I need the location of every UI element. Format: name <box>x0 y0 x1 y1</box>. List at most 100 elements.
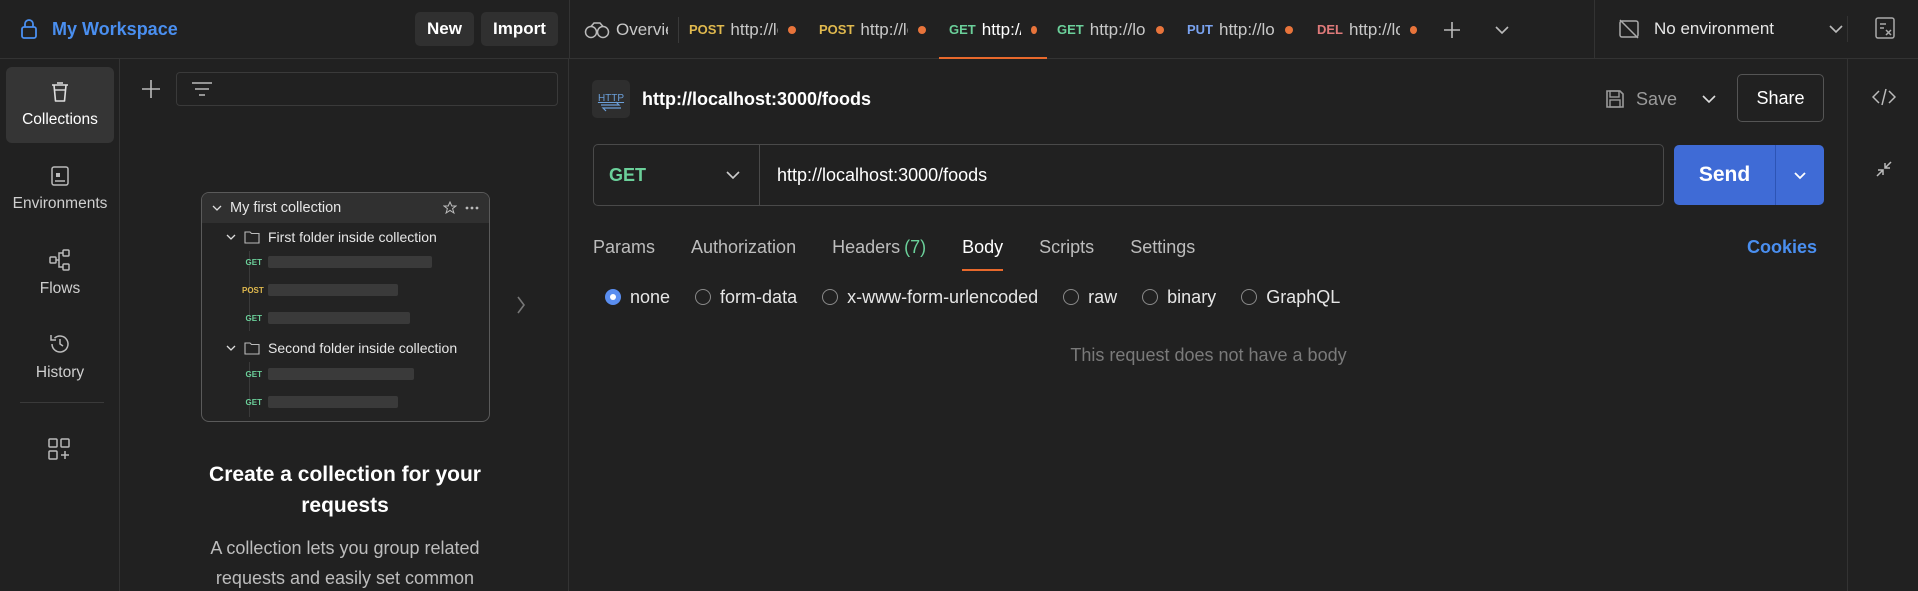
chevron-down-icon[interactable] <box>1701 94 1717 104</box>
tab-label: Overview <box>616 19 668 39</box>
top-bar: My Workspace New Import Overview POST ht… <box>0 0 1918 59</box>
right-rail <box>1847 59 1918 591</box>
collection-filter-input[interactable] <box>176 72 558 106</box>
plus-icon <box>140 78 162 100</box>
option-label: x-www-form-urlencoded <box>847 286 1039 307</box>
empty-state-title: Create a collection for your requests <box>209 463 481 517</box>
radio[interactable] <box>822 289 839 305</box>
option-label: raw <box>1088 286 1118 307</box>
new-tab-button[interactable] <box>1427 0 1477 59</box>
nav-history[interactable]: History <box>6 319 114 395</box>
nav-label: Flows <box>39 280 81 297</box>
nav-collections[interactable]: Collections <box>6 67 114 143</box>
url-input[interactable]: http://localhost:3000/foods <box>760 165 987 186</box>
request-title[interactable]: http://localhost:3000/foods <box>642 89 871 110</box>
environment-quick-look-button[interactable] <box>1874 16 1896 40</box>
preview-request: GET <box>242 368 414 380</box>
preview-collection-name: My first collection <box>230 200 342 216</box>
headers-count: (7) <box>904 236 927 257</box>
placeholder-bar <box>268 368 414 380</box>
tab-label: Params <box>593 236 656 257</box>
nav-environments[interactable]: Environments <box>6 151 114 227</box>
folder-icon <box>244 341 260 355</box>
body-option-form-data[interactable]: form-data <box>695 287 797 308</box>
option-label: binary <box>1167 286 1217 307</box>
body-option-binary[interactable]: binary <box>1142 287 1216 308</box>
save-button[interactable]: Save <box>1604 81 1717 117</box>
tab-request[interactable]: PUT http://localhost:3000/foods <box>1177 0 1307 59</box>
environment-label: No environment <box>1654 19 1775 38</box>
send-options-button[interactable] <box>1776 145 1824 205</box>
tab-scripts[interactable]: Scripts <box>1039 227 1094 267</box>
share-button[interactable]: Share <box>1737 74 1824 122</box>
nav-label: Collections <box>22 111 98 128</box>
configure-sidebar-button[interactable] <box>47 437 71 461</box>
tab-body[interactable]: Body <box>962 227 1004 271</box>
unsaved-dot <box>788 25 797 34</box>
send-button-group: Send <box>1674 145 1824 205</box>
body-option-urlencoded[interactable]: x-www-form-urlencoded <box>822 287 1038 308</box>
chevron-down-icon <box>725 170 741 180</box>
filter-icon <box>191 81 213 97</box>
new-button[interactable]: New <box>415 12 474 46</box>
body-option-none[interactable]: none <box>605 287 670 308</box>
tab-authorization[interactable]: Authorization <box>691 227 796 267</box>
radio[interactable] <box>1063 289 1080 305</box>
tabs-overflow-button[interactable] <box>1477 0 1527 59</box>
tab-request[interactable]: POST http://localhost:3000/foods <box>679 0 809 59</box>
flows-icon <box>48 248 72 272</box>
tab-request[interactable]: GET http://localhost:3000/foods <box>1047 0 1177 59</box>
tab-overview[interactable]: Overview <box>570 0 678 59</box>
next-preview-button[interactable] <box>516 295 526 315</box>
tab-label: http://localhost:3000/foods <box>860 19 908 39</box>
tab-request[interactable]: DEL http://localhost:3000/foods <box>1307 0 1427 59</box>
tab-request-active[interactable]: GET http://localhost:3000/foods <box>939 0 1047 59</box>
method-value: GET <box>609 164 647 185</box>
left-navigation: Collections Environments Flows History <box>0 59 120 591</box>
workspace-switcher[interactable]: My Workspace <box>20 16 178 42</box>
cookies-link[interactable]: Cookies <box>1747 227 1817 267</box>
empty-body-message: This request does not have a body <box>1070 345 1347 365</box>
tab-label: Body <box>962 236 1004 257</box>
environment-selector[interactable]: No environment <box>1618 14 1844 44</box>
radio[interactable] <box>1241 289 1258 305</box>
collection-preview: My first collection First folder inside … <box>201 192 490 422</box>
nav-flows[interactable]: Flows <box>6 235 114 311</box>
tab-request[interactable]: POST http://localhost:3000/foods <box>809 0 939 59</box>
nav-label: Environments <box>12 195 108 212</box>
method-badge: GET <box>245 313 262 323</box>
tab-label: http://localhost:3000/foods <box>1089 19 1146 39</box>
environment-icon <box>49 165 71 187</box>
chevron-down-icon <box>226 233 236 241</box>
body-type-options: none form-data x-www-form-urlencoded raw… <box>605 282 1365 312</box>
add-collection-button[interactable] <box>140 78 162 100</box>
radio-selected[interactable] <box>605 289 621 305</box>
method-select[interactable]: GET <box>594 145 760 205</box>
preview-folder-row: Second folder inside collection <box>226 340 457 356</box>
send-button[interactable]: Send <box>1674 145 1776 205</box>
more-icon <box>465 206 479 210</box>
unsaved-dot <box>1031 25 1037 34</box>
preview-collection-row: My first collection <box>202 193 489 223</box>
body-option-raw[interactable]: raw <box>1063 287 1117 308</box>
tab-label: Scripts <box>1039 236 1095 257</box>
divider <box>1847 16 1848 42</box>
chevron-right-icon <box>516 295 526 315</box>
tab-params[interactable]: Params <box>593 227 655 267</box>
tab-headers[interactable]: Headers (7) <box>832 227 926 267</box>
radio[interactable] <box>1142 289 1159 305</box>
code-snippet-button[interactable] <box>1872 85 1896 109</box>
method-badge: GET <box>949 22 976 37</box>
workspace-name: My Workspace <box>52 18 178 39</box>
tab-settings[interactable]: Settings <box>1130 227 1195 267</box>
collapse-panel-button[interactable] <box>1872 157 1896 181</box>
radio[interactable] <box>695 289 712 305</box>
plus-icon <box>1442 20 1462 40</box>
collections-sidebar: My first collection First folder inside … <box>120 59 569 591</box>
body-option-graphql[interactable]: GraphQL <box>1241 287 1340 308</box>
quick-look-icon <box>1874 16 1896 40</box>
import-button[interactable]: Import <box>481 12 558 46</box>
request-header: HTTP http://localhost:3000/foods <box>592 80 871 118</box>
method-badge: GET <box>245 257 262 267</box>
no-environment-icon <box>1618 18 1640 40</box>
